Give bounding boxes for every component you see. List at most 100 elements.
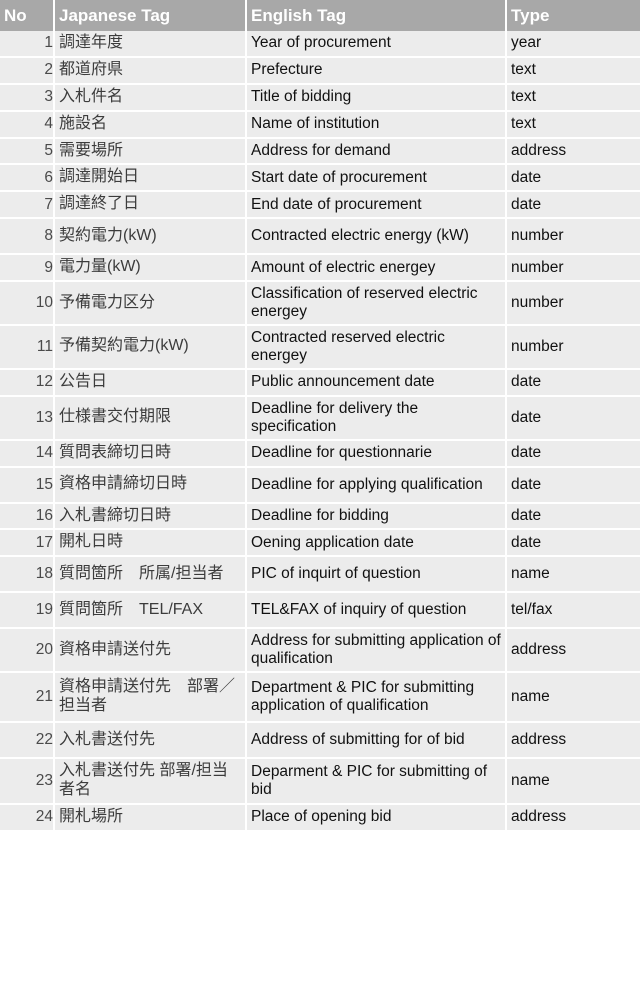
cell-type: name bbox=[511, 565, 550, 583]
cell-no: 10 bbox=[0, 281, 55, 325]
cell-no: 2 bbox=[0, 56, 55, 84]
cell-type: name bbox=[511, 688, 550, 706]
table-row[interactable]: 3 入札件名 Title of bidding text bbox=[0, 83, 640, 111]
cell-english-tag: Contracted reserved electric energey bbox=[246, 324, 507, 369]
table-header: No Japanese Tag English Tag Type bbox=[0, 0, 640, 31]
cell-type: date bbox=[511, 444, 542, 462]
cell-type: address bbox=[511, 731, 567, 749]
cell-no: 19 bbox=[0, 592, 55, 629]
cell-no: 12 bbox=[0, 368, 55, 396]
cell-no: 16 bbox=[0, 502, 55, 530]
column-header-japanese-tag[interactable]: Japanese Tag bbox=[54, 0, 247, 31]
cell-no: 3 bbox=[0, 83, 55, 111]
table-row[interactable]: 13 仕様書交付期限 Deadline for delivery the speci… bbox=[0, 395, 640, 440]
cell-no: 11 bbox=[0, 324, 55, 369]
table-row[interactable]: 24 開札場所 Place of opening bid address bbox=[0, 804, 640, 831]
cell-no: 5 bbox=[0, 137, 55, 165]
cell-no: 22 bbox=[0, 722, 55, 759]
cell-no: 1 bbox=[0, 31, 55, 57]
table-row[interactable]: 11 予備契約電力(kW) Contracted reserved electric… bbox=[0, 324, 640, 369]
cell-no: 15 bbox=[0, 466, 55, 503]
cell-japanese-tag: 質問箇所 TEL/FAX bbox=[54, 592, 247, 629]
column-header-english-tag[interactable]: English Tag bbox=[246, 0, 507, 31]
cell-english-tag: Deadline for questionnarie bbox=[246, 439, 507, 467]
table-row[interactable]: 6 調達開始日 Start date of procurement date bbox=[0, 164, 640, 192]
table-row[interactable]: 18 質問箇所 所属/担当者 PIC of inquirt of question n… bbox=[0, 556, 640, 593]
table-row[interactable]: 20 資格申請送付先 Address for submitting applicat… bbox=[0, 628, 640, 673]
cell-japanese-tag: 契約電力(kW) bbox=[54, 218, 247, 255]
cell-japanese-tag: 仕様書交付期限 bbox=[54, 395, 247, 440]
table-row[interactable]: 7 調達終了日 End date of procurement date bbox=[0, 191, 640, 219]
cell-japanese-tag: 調達終了日 bbox=[54, 191, 247, 219]
cell-japanese-tag: 質問表締切日時 bbox=[54, 439, 247, 467]
cell-type: text bbox=[511, 115, 536, 133]
cell-type: number bbox=[511, 337, 564, 355]
cell-english-tag: Place of opening bid bbox=[246, 804, 507, 831]
table-row[interactable]: 14 質問表締切日時 Deadline for questionnarie date bbox=[0, 439, 640, 467]
cell-japanese-tag: 予備契約電力(kW) bbox=[54, 324, 247, 369]
table-row[interactable]: 16 入札書締切日時 Deadline for bidding date bbox=[0, 502, 640, 530]
cell-no: 17 bbox=[0, 529, 55, 557]
cell-english-tag: Department & PIC for submitting applicat… bbox=[246, 672, 507, 723]
column-header-no[interactable]: No bbox=[0, 0, 55, 31]
table-row[interactable]: 15 資格申請締切日時 Deadline for applying qualific… bbox=[0, 466, 640, 503]
cell-no: 21 bbox=[0, 672, 55, 723]
cell-japanese-tag: 電力量(kW) bbox=[54, 254, 247, 281]
cell-type: tel/fax bbox=[511, 601, 553, 619]
cell-no: 7 bbox=[0, 191, 55, 219]
cell-english-tag: Amount of electric energey bbox=[246, 254, 507, 281]
cell-type: address bbox=[511, 141, 567, 159]
cell-no: 14 bbox=[0, 439, 55, 467]
cell-no: 6 bbox=[0, 164, 55, 192]
cell-no: 9 bbox=[0, 254, 55, 281]
cell-english-tag: Address for submitting application of qu… bbox=[246, 628, 507, 673]
cell-no: 13 bbox=[0, 395, 55, 440]
cell-japanese-tag: 開札場所 bbox=[54, 804, 247, 831]
table-row[interactable]: 22 入札書送付先 Address of submitting for of bid… bbox=[0, 722, 640, 759]
cell-english-tag: Contracted electric energy (kW) bbox=[246, 218, 507, 255]
table-row[interactable]: 12 公告日 Public announcement date date bbox=[0, 368, 640, 396]
cell-english-tag: TEL&FAX of inquiry of question bbox=[246, 592, 507, 629]
cell-japanese-tag: 入札件名 bbox=[54, 83, 247, 111]
cell-english-tag: Start date of procurement bbox=[246, 164, 507, 192]
cell-english-tag: Deadline for bidding bbox=[246, 502, 507, 530]
tag-definition-table: No Japanese Tag English Tag Type 1 調達年度 Ye… bbox=[0, 0, 640, 832]
table-row[interactable]: 23 入札書送付先 部署/担当者名 Deparment & PIC for subm… bbox=[0, 758, 640, 804]
table-row[interactable]: 10 予備電力区分 Classification of reserved elect… bbox=[0, 281, 640, 325]
cell-type: name bbox=[511, 772, 550, 790]
cell-japanese-tag: 入札書締切日時 bbox=[54, 502, 247, 530]
table-row[interactable]: 8 契約電力(kW) Contracted electric energy (kW)… bbox=[0, 218, 640, 255]
table-row[interactable]: 19 質問箇所 TEL/FAX TEL&FAX of inquiry of ques… bbox=[0, 592, 640, 629]
cell-japanese-tag: 入札書送付先 部署/担当者名 bbox=[54, 758, 247, 804]
table-row[interactable]: 17 開札日時 Oening application date date bbox=[0, 529, 640, 557]
cell-no: 23 bbox=[0, 758, 55, 804]
cell-japanese-tag: 資格申請送付先 部署／担当者 bbox=[54, 672, 247, 723]
cell-type: date bbox=[511, 195, 542, 213]
cell-japanese-tag: 資格申請締切日時 bbox=[54, 466, 247, 503]
cell-english-tag: Address for demand bbox=[246, 137, 507, 165]
cell-japanese-tag: 開札日時 bbox=[54, 529, 247, 557]
cell-english-tag: Public announcement date bbox=[246, 368, 507, 396]
cell-english-tag: End date of procurement bbox=[246, 191, 507, 219]
cell-japanese-tag: 需要場所 bbox=[54, 137, 247, 165]
cell-japanese-tag: 質問箇所 所属/担当者 bbox=[54, 556, 247, 593]
cell-english-tag: Year of procurement bbox=[246, 31, 507, 57]
cell-english-tag: Classification of reserved electric ener… bbox=[246, 281, 507, 325]
table-row[interactable]: 4 施設名 Name of institution text bbox=[0, 110, 640, 138]
table-body: 1 調達年度 Year of procurement year 2 都道府県 Prefect… bbox=[0, 31, 640, 831]
table-row[interactable]: 9 電力量(kW) Amount of electric energey number bbox=[0, 254, 640, 281]
cell-english-tag: Title of bidding bbox=[246, 83, 507, 111]
table-row[interactable]: 1 調達年度 Year of procurement year bbox=[0, 31, 640, 57]
cell-type: text bbox=[511, 61, 536, 79]
table-row[interactable]: 21 資格申請送付先 部署／担当者 Department & PIC for sub… bbox=[0, 672, 640, 723]
cell-english-tag: Deparment & PIC for submitting of bid bbox=[246, 758, 507, 804]
cell-japanese-tag: 公告日 bbox=[54, 368, 247, 396]
cell-english-tag: PIC of inquirt of question bbox=[246, 556, 507, 593]
table-row[interactable]: 2 都道府県 Prefecture text bbox=[0, 56, 640, 84]
cell-japanese-tag: 調達年度 bbox=[54, 31, 247, 57]
cell-type: number bbox=[511, 258, 564, 276]
table-row[interactable]: 5 需要場所 Address for demand address bbox=[0, 137, 640, 165]
cell-english-tag: Deadline for delivery the specification bbox=[246, 395, 507, 440]
column-header-type[interactable]: Type bbox=[506, 0, 640, 31]
cell-english-tag: Name of institution bbox=[246, 110, 507, 138]
